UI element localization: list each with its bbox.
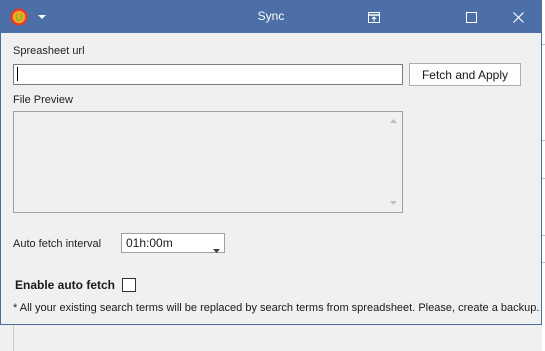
enable-auto-fetch-label: Enable auto fetch (15, 278, 116, 292)
title-bar[interactable]: U Sync (1, 1, 541, 33)
interval-value: 01h:00m (126, 236, 173, 250)
restore-tab-icon (368, 11, 380, 23)
file-preview-textarea[interactable] (13, 111, 403, 213)
spreadsheet-url-input[interactable] (13, 64, 403, 85)
fetch-and-apply-button[interactable]: Fetch and Apply (409, 63, 521, 86)
text-caret (17, 67, 18, 81)
maximize-button[interactable] (448, 1, 494, 33)
close-button[interactable] (495, 1, 541, 33)
url-label: Spreasheet url (13, 45, 85, 57)
background-divider (13, 325, 14, 351)
file-preview-label: File Preview (13, 94, 73, 106)
enable-auto-fetch-checkbox[interactable] (122, 278, 136, 292)
close-icon (512, 11, 524, 23)
auto-fetch-interval-label: Auto fetch interval (13, 238, 102, 250)
restore-tab-button[interactable] (351, 1, 397, 33)
auto-fetch-interval-select[interactable]: 01h:00m (121, 233, 225, 253)
maximize-icon (465, 11, 477, 23)
scroll-down-icon[interactable] (385, 195, 401, 211)
chevron-down-icon (213, 240, 220, 258)
preview-scrollbar[interactable] (385, 113, 401, 211)
scroll-up-icon[interactable] (385, 113, 401, 129)
background-app-strip (0, 325, 545, 351)
sync-dialog: U Sync Spreasheet url Fetch and Apply Fi… (0, 0, 542, 325)
backup-warning-note: * All your existing search terms will be… (13, 302, 540, 314)
